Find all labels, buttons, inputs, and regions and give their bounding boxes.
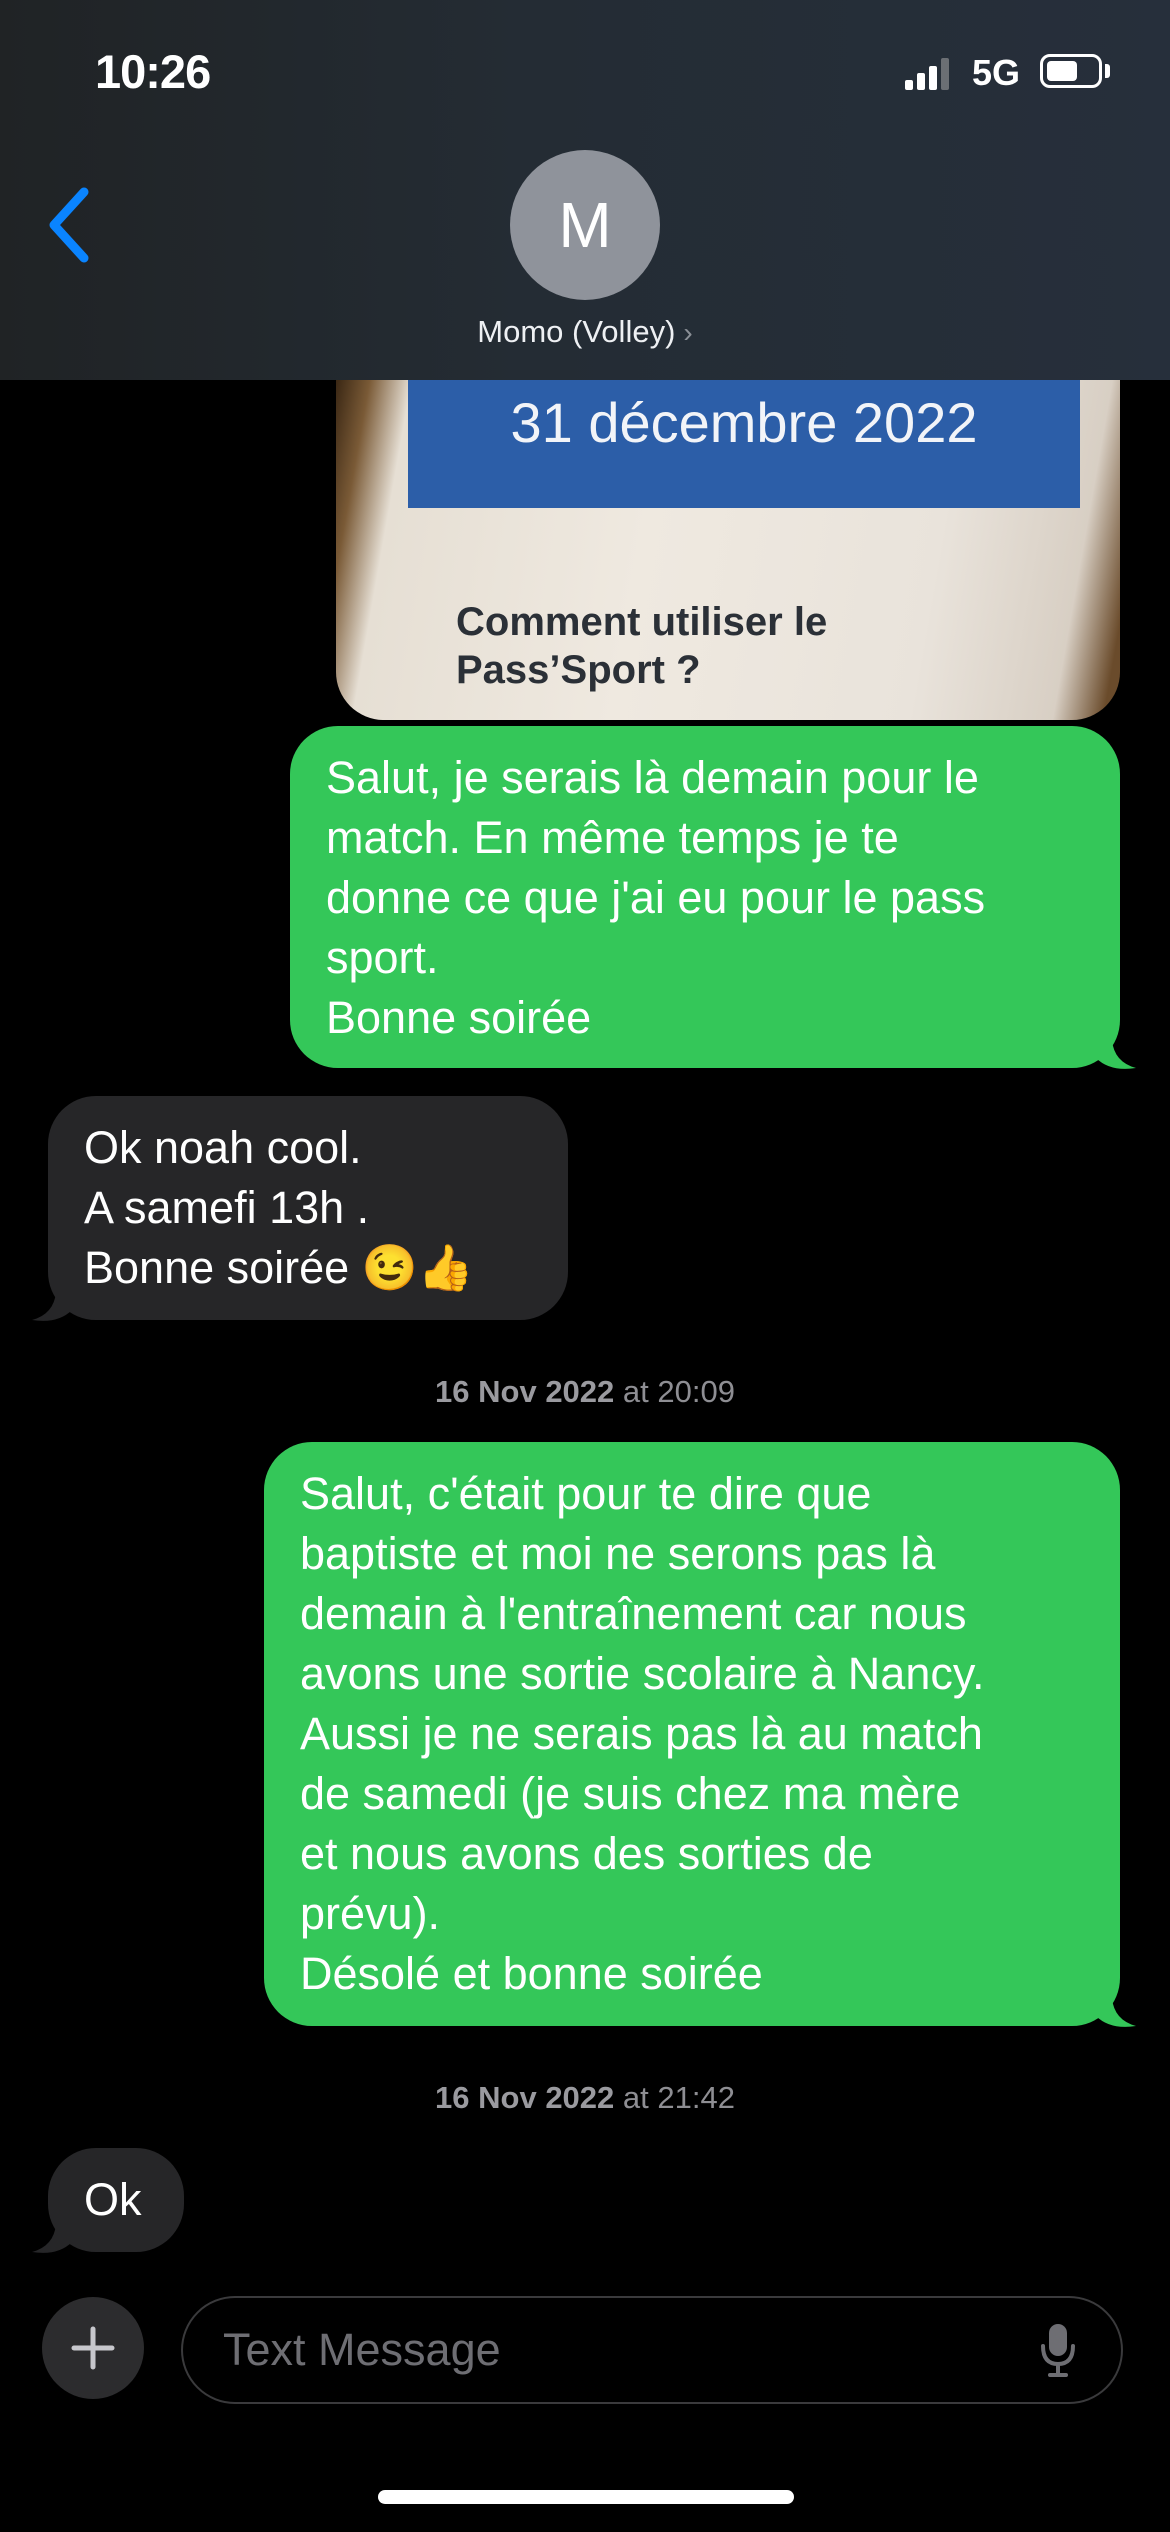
contact-name[interactable]: Momo (Volley) — [477, 314, 675, 349]
received-bubble-tail — [32, 1292, 72, 1321]
timestamp-time: at 21:42 — [622, 2080, 735, 2115]
message-line: sport. — [326, 932, 439, 983]
message-line: donne ce que j'ai eu pour le pass — [326, 872, 986, 923]
status-time: 10:26 — [95, 45, 211, 98]
message-line: de samedi (je suis chez ma mère — [300, 1768, 961, 1819]
message-line: Salut, c'était pour te dire que — [300, 1468, 872, 1519]
message-input[interactable]: Text Message — [181, 2296, 1123, 2404]
back-chevron-icon[interactable] — [40, 180, 100, 270]
battery-tip — [1105, 64, 1110, 78]
received-bubble-tail — [32, 2224, 72, 2253]
plus-icon — [71, 2326, 115, 2370]
message-line: Salut, je serais là demain pour le — [326, 752, 979, 803]
message-line: avons une sortie scolaire à Nancy. — [300, 1648, 985, 1699]
message-line: Bonne soirée 😉👍 — [84, 1242, 474, 1293]
message-line: Ok — [84, 2174, 142, 2225]
message-line: Bonne soirée — [326, 992, 592, 1043]
timestamp-separator: 16 Nov 2022 at 20:09 — [0, 1374, 1170, 1410]
message-line: Désolé et bonne soirée — [300, 1948, 763, 1999]
microphone-icon[interactable] — [1040, 2322, 1076, 2378]
message-line: A samefi 13h . — [84, 1182, 370, 1233]
message-line: Ok noah cool. — [84, 1122, 362, 1173]
attachment-caption-line-1: Comment utiliser le — [456, 600, 828, 644]
sent-bubble-tail — [1096, 1998, 1136, 2027]
attachment-date-text: 31 décembre 2022 — [510, 391, 978, 454]
received-message-bubble[interactable]: Ok noah cool. A samefi 13h . Bonne soiré… — [48, 1096, 568, 1320]
timestamp-separator: 16 Nov 2022 at 21:42 — [0, 2080, 1170, 2116]
sent-message-bubble[interactable]: Salut, je serais là demain pour le match… — [290, 726, 1120, 1068]
message-line: prévu). — [300, 1888, 441, 1939]
image-attachment[interactable]: 31 décembre 2022 Comment utiliser le Pas… — [336, 380, 1120, 720]
signal-icon — [905, 58, 949, 90]
sent-message-bubble[interactable]: Salut, c'était pour te dire que baptiste… — [264, 1442, 1120, 2026]
contact-avatar[interactable]: M — [510, 150, 660, 300]
message-line: match. En même temps je te — [326, 812, 899, 863]
sent-bubble-tail — [1096, 1040, 1136, 1069]
message-line: et nous avons des sorties de — [300, 1828, 873, 1879]
timestamp-date: 16 Nov 2022 — [435, 1374, 615, 1409]
apps-plus-button[interactable] — [42, 2297, 144, 2399]
message-line: baptiste et moi ne serons pas là — [300, 1528, 936, 1579]
timestamp-date: 16 Nov 2022 — [435, 2080, 615, 2115]
contact-name-row[interactable]: Momo (Volley) › — [0, 314, 1170, 350]
home-indicator[interactable] — [378, 2490, 794, 2504]
attachment-caption-line-2: Pass’Sport ? — [456, 648, 701, 692]
network-type: 5G — [972, 52, 1021, 93]
timestamp-time: at 20:09 — [622, 1374, 735, 1409]
message-line: Aussi je ne serais pas là au match — [300, 1708, 983, 1759]
conversation-header: 10:26 5G M Momo (Volley) › — [0, 0, 1170, 380]
battery-icon — [1040, 54, 1102, 88]
attachment-caption: Comment utiliser le Pass’Sport ? — [456, 598, 827, 694]
message-line: demain à l'entraînement car nous — [300, 1588, 967, 1639]
chevron-right-icon: › — [683, 317, 693, 348]
